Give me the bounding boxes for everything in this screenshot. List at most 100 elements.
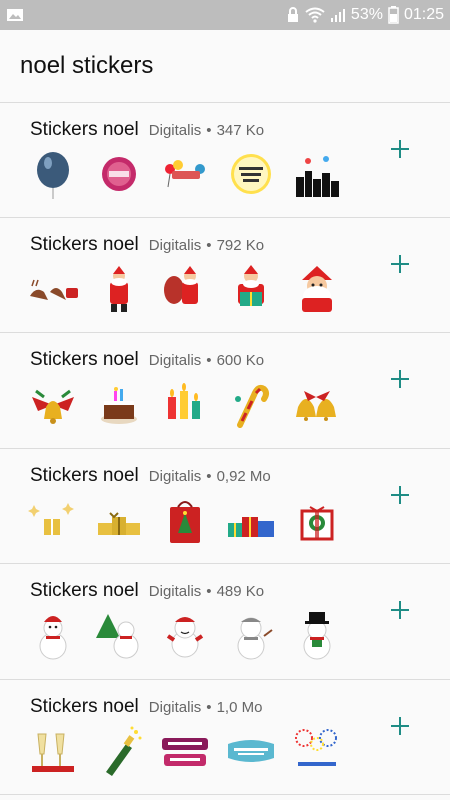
gift-sparkle-sticker	[26, 493, 80, 547]
balloon-sticker	[26, 147, 80, 201]
page-title: noel stickers	[20, 52, 154, 79]
plus-icon	[391, 485, 409, 504]
add-pack-button[interactable]	[390, 600, 410, 620]
status-time: 01:25	[403, 6, 444, 23]
add-pack-button[interactable]	[390, 716, 410, 736]
separator-dot: •	[206, 122, 212, 139]
pack-size: 347 Ko	[216, 122, 265, 139]
separator-dot: •	[206, 352, 212, 369]
happy-new-year-banner-sticker	[224, 724, 278, 778]
pack-header: Stickers noel Digitalis • 600 Ko	[30, 349, 264, 371]
sticker-pack-row[interactable]: Stickers noel Digitalis • 600 Ko	[0, 333, 450, 449]
plus-icon	[391, 601, 409, 619]
plus-icon	[391, 254, 409, 273]
separator-dot: •	[206, 236, 212, 254]
sticker-pack-list: Stickers noel Digitalis • 347 Ko Stickers …	[0, 102, 450, 795]
plus-icon	[391, 716, 409, 735]
pack-author: Digitalis	[148, 698, 202, 716]
sticker-pack-row[interactable]: Stickers noel Digitalis • 0,92 Mo	[0, 448, 450, 564]
pack-sticker-previews	[26, 262, 344, 316]
christmas-cake-sticker	[92, 377, 146, 431]
pack-author: Digitalis	[148, 122, 202, 139]
pack-header: Stickers noel Digitalis • 1,0 Mo	[30, 696, 262, 718]
champagne-glasses-sticker	[26, 724, 80, 778]
pack-author: Digitalis	[148, 583, 202, 600]
pack-meta: Digitalis • 347 Ko	[149, 122, 264, 139]
candy-cane-sticker	[224, 377, 278, 431]
add-pack-button[interactable]	[390, 485, 410, 505]
pack-name: Stickers noel	[30, 580, 139, 601]
snowman-smile-sticker	[224, 608, 278, 662]
pack-sticker-previews	[26, 608, 344, 662]
snowman-tree-sticker	[92, 608, 146, 662]
gift-bag-tree-sticker	[158, 493, 212, 547]
pack-header: Stickers noel Digitalis • 0,92 Mo	[30, 465, 271, 487]
pack-size: 792 Ko	[216, 236, 265, 254]
separator-dot: •	[206, 698, 212, 716]
pack-sticker-previews	[26, 493, 344, 547]
pack-author: Digitalis	[148, 236, 202, 254]
pack-header: Stickers noel Digitalis • 489 Ko	[30, 580, 264, 602]
sticker-pack-row[interactable]: Stickers noel Digitalis • 792 Ko	[0, 217, 450, 333]
city-skyline-sticker	[290, 147, 344, 201]
separator-dot: •	[206, 583, 212, 600]
status-bar: 53% 01:25	[0, 0, 450, 30]
santa-standing-sticker	[92, 262, 146, 316]
pack-size: 489 Ko	[216, 583, 265, 600]
pack-name: Stickers noel	[30, 464, 139, 486]
status-right: 53% 01:25	[286, 6, 444, 24]
sticker-pack-row[interactable]: Stickers noel Digitalis • 489 Ko	[0, 564, 450, 680]
pack-author: Digitalis	[148, 467, 202, 485]
gift-pile-sticker	[92, 493, 146, 547]
santa-sack-sticker	[158, 262, 212, 316]
pack-meta: Digitalis • 792 Ko	[149, 237, 264, 254]
snowman-hat-sticker	[26, 608, 80, 662]
status-left	[6, 8, 24, 22]
bells-sticker	[290, 377, 344, 431]
pack-size: 600 Ko	[216, 352, 265, 369]
add-pack-button[interactable]	[390, 139, 410, 159]
santa-gift-sticker	[224, 262, 278, 316]
separator-dot: •	[206, 467, 212, 485]
add-pack-button[interactable]	[390, 254, 410, 274]
pack-size: 0,92 Mo	[216, 467, 271, 485]
champagne-bottle-sticker	[92, 724, 146, 778]
happy-birthday-sticker	[158, 147, 212, 201]
reindeer-sleigh-sticker	[26, 262, 80, 316]
battery-percent: 53%	[350, 6, 383, 23]
pack-meta: Digitalis • 1,0 Mo	[149, 699, 263, 716]
pack-meta: Digitalis • 489 Ko	[149, 583, 264, 600]
pack-name: Stickers noel	[30, 119, 139, 140]
gallery-notification-icon	[6, 8, 24, 22]
pack-author: Digitalis	[148, 352, 202, 369]
pack-sticker-previews	[26, 147, 344, 201]
plus-icon	[391, 370, 409, 388]
bell-bow-sticker	[26, 377, 80, 431]
candles-sticker	[158, 377, 212, 431]
pack-meta: Digitalis • 0,92 Mo	[149, 468, 271, 485]
pack-name: Stickers noel	[30, 349, 139, 370]
happy-new-year-circle-sticker	[224, 147, 278, 201]
snowman-face-sticker	[158, 608, 212, 662]
gift-box-wreath-sticker	[290, 493, 344, 547]
pack-header: Stickers noel Digitalis • 347 Ko	[30, 119, 264, 141]
plus-icon	[391, 140, 409, 158]
pack-sticker-previews	[26, 724, 344, 778]
happy-new-year-text-sticker	[158, 724, 212, 778]
pack-header: Stickers noel Digitalis • 792 Ko	[30, 234, 264, 256]
sticker-pack-row[interactable]: Stickers noel Digitalis • 347 Ko	[0, 102, 450, 218]
wifi-icon	[305, 7, 325, 23]
gift-stack-sticker	[224, 493, 278, 547]
app-header: noel stickers	[0, 30, 450, 102]
pack-meta: Digitalis • 600 Ko	[149, 352, 264, 369]
fireworks-new-year-sticker	[290, 724, 344, 778]
snowman-tophat-sticker	[290, 608, 344, 662]
add-pack-button[interactable]	[390, 369, 410, 389]
pack-name: Stickers noel	[30, 695, 139, 717]
new-year-badge-sticker	[92, 147, 146, 201]
battery-icon	[388, 6, 399, 24]
lock-notification-icon	[286, 7, 300, 23]
sticker-pack-row[interactable]: Stickers noel Digitalis • 1,0 Mo	[0, 679, 450, 795]
pack-sticker-previews	[26, 377, 344, 431]
pack-size: 1,0 Mo	[216, 698, 263, 716]
